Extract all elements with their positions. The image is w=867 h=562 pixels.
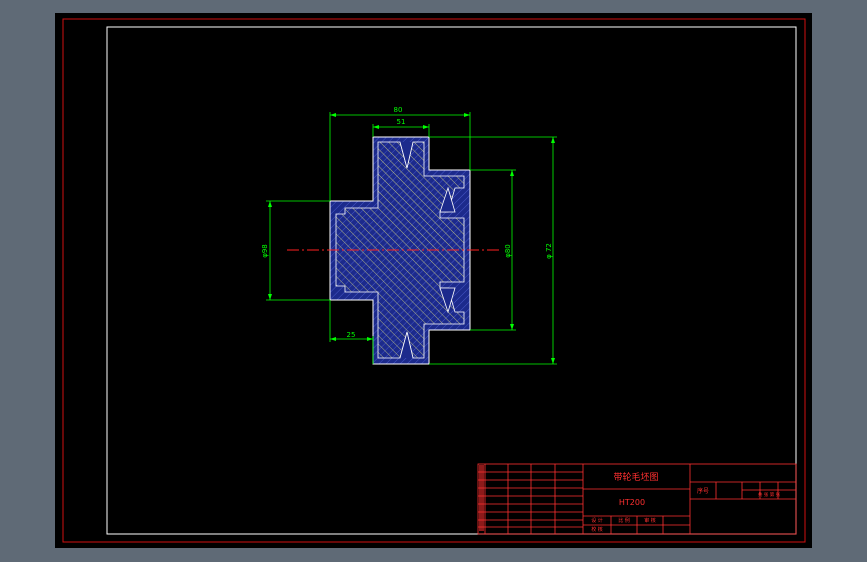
label-sheet: 共 张 第 张 (758, 491, 781, 498)
seq-label: 序号 (697, 487, 709, 495)
label-check: 校 核 (591, 526, 603, 533)
dim-inner-width: 51 (397, 118, 406, 126)
dim-right-dia: φ80 (504, 244, 512, 258)
part-name: 带轮毛坯图 (613, 471, 658, 483)
material: HT200 (619, 498, 645, 507)
dim-left-dia: φ98 (261, 244, 269, 258)
label-approve: 审 核 (644, 517, 656, 524)
label-scale: 比 例 (618, 517, 630, 524)
dim-outer-dia: φ 72 (545, 243, 553, 259)
cad-drawing-sheet: 80 51 25 φ98 φ80 φ 72 带轮毛坯图 HT200 序号 设 计… (55, 13, 812, 548)
label-design: 设 计 (591, 517, 603, 524)
dim-bottom-width: 25 (347, 331, 356, 339)
dim-top-width: 80 (394, 106, 403, 114)
